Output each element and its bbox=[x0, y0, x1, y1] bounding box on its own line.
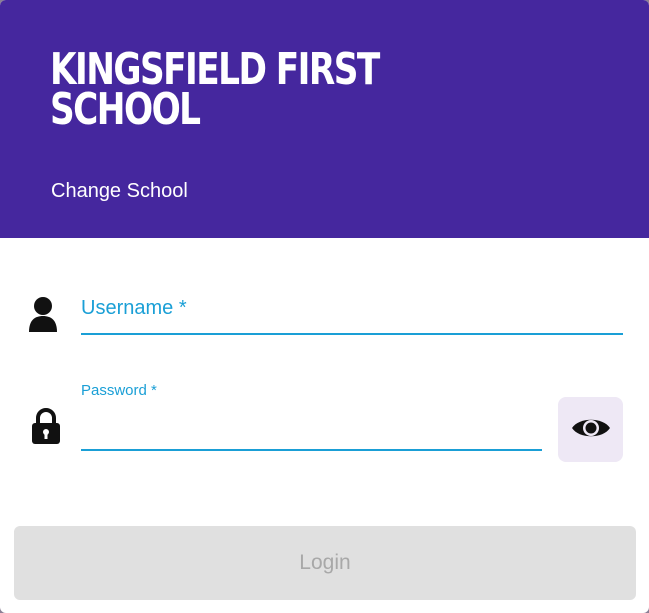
password-label: Password * bbox=[81, 382, 157, 399]
lock-icon bbox=[31, 408, 61, 444]
login-button[interactable]: Login bbox=[14, 526, 636, 600]
username-input[interactable] bbox=[81, 292, 623, 335]
show-password-button[interactable] bbox=[558, 397, 623, 462]
password-input[interactable] bbox=[81, 408, 542, 451]
school-name-line-2: SCHOOL bbox=[50, 84, 201, 135]
school-name: KINGSFIELD FIRST SCHOOL bbox=[50, 48, 380, 135]
change-school-link[interactable]: Change School bbox=[51, 180, 188, 203]
school-header: KINGSFIELD FIRST SCHOOL Change School bbox=[0, 0, 649, 238]
login-card: KINGSFIELD FIRST SCHOOL Change School Us… bbox=[0, 0, 649, 613]
user-icon bbox=[28, 296, 58, 332]
eye-icon bbox=[571, 415, 611, 444]
